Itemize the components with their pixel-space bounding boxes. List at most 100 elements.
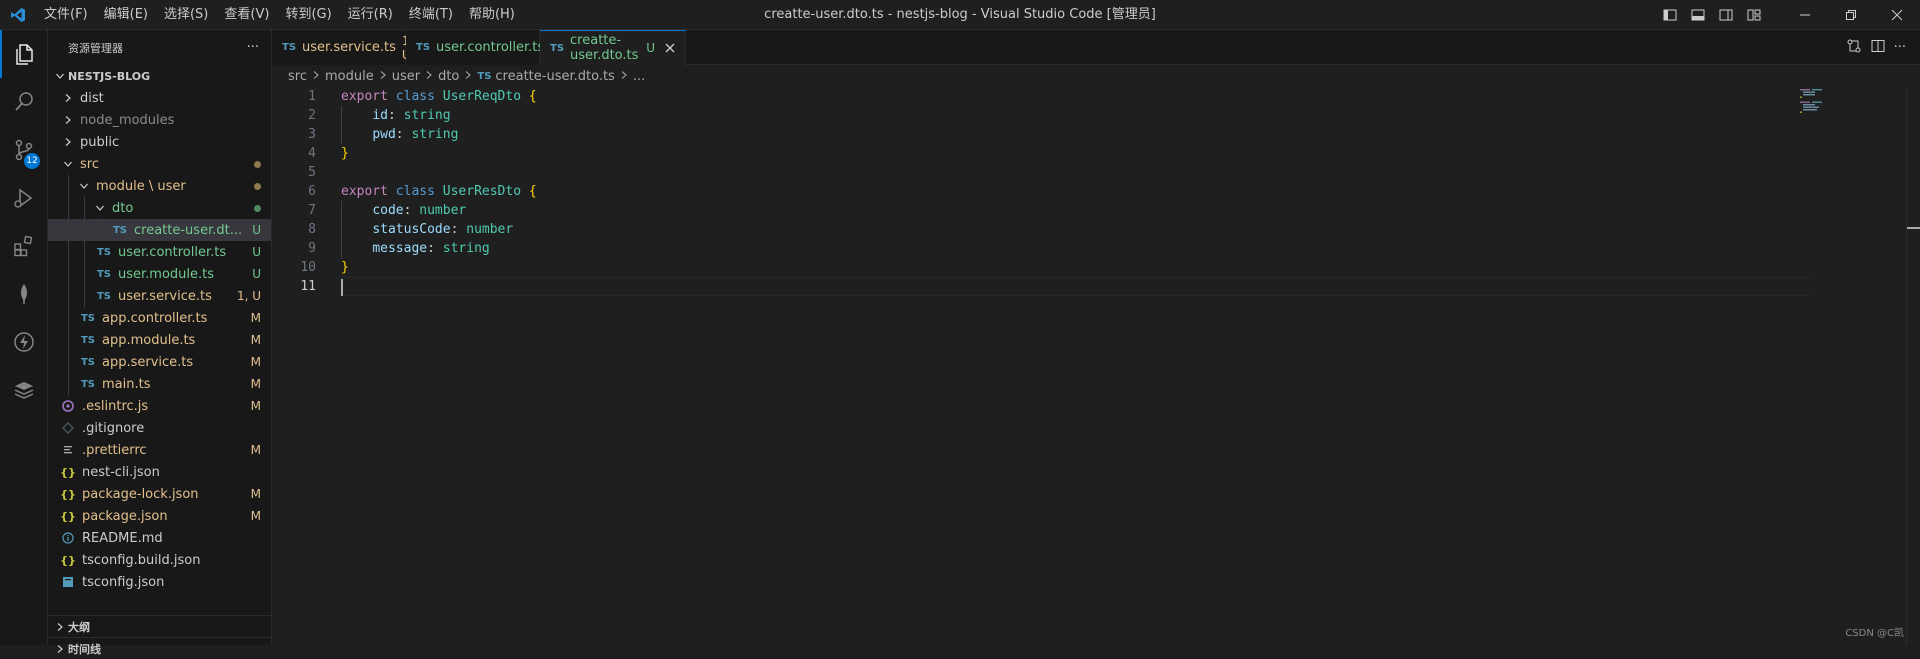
menu-item[interactable]: 编辑(E) [96, 0, 156, 30]
code-line[interactable]: statusCode: number [341, 220, 1811, 239]
project-folder-header[interactable]: NESTJS-BLOG [48, 65, 271, 87]
tree-file[interactable]: tsconfig.json [48, 571, 271, 593]
code-token: export [341, 89, 388, 104]
code-content[interactable]: export class UserReqDto { id: string pwd… [341, 87, 1811, 296]
open-changes-icon[interactable] [1846, 38, 1862, 58]
chevron-right-icon [464, 70, 472, 83]
code-token: : [387, 108, 404, 123]
indent-guide [68, 197, 69, 219]
tree-item-label: nest-cli.json [82, 464, 160, 480]
breadcrumb-item[interactable]: ... [633, 69, 645, 84]
breadcrumb-item[interactable]: module [325, 69, 374, 84]
json-icon: {} [60, 487, 76, 501]
indent-guide [68, 329, 69, 351]
tree-file[interactable]: TS main.ts M [48, 373, 271, 395]
menu-item[interactable]: 帮助(H) [461, 0, 523, 30]
code-editor[interactable]: 1 2 3 4 5 6 7 8 9 10 11 export class UserReqDto { … [272, 87, 1920, 645]
tree-folder[interactable]: module \ user [48, 175, 271, 197]
code-line[interactable]: export class UserReqDto { [341, 87, 1811, 106]
vertical-scrollbar[interactable] [1906, 87, 1920, 645]
vscode-logo-icon[interactable] [0, 7, 36, 23]
tree-file[interactable]: README.md [48, 527, 271, 549]
line-number: 9 [308, 241, 316, 256]
minimize-icon[interactable] [1782, 0, 1828, 30]
editor-tab[interactable]: TSuser.controller.tsU [406, 30, 559, 65]
tree-folder[interactable]: node_modules [48, 109, 271, 131]
tree-folder[interactable]: dto [48, 197, 271, 219]
tree-file[interactable]: {} package-lock.json M [48, 483, 271, 505]
explorer-icon[interactable] [0, 30, 48, 78]
tree-folder[interactable]: public [48, 131, 271, 153]
code-token: statusCode [372, 222, 451, 237]
tree-file[interactable]: {} tsconfig.build.json [48, 549, 271, 571]
toggle-panel-icon[interactable] [1684, 0, 1712, 30]
breadcrumb-item[interactable]: user [392, 69, 420, 84]
tree-file[interactable]: TS user.service.ts 1, U [48, 285, 271, 307]
mongodb-icon[interactable] [0, 270, 48, 318]
timeline-section-header[interactable]: 时间线 [48, 637, 272, 659]
tree-folder[interactable]: src [48, 153, 271, 175]
menu-item[interactable]: 运行(R) [340, 0, 401, 30]
git-status-badge: M [250, 443, 261, 457]
tree-file[interactable]: TS app.module.ts M [48, 329, 271, 351]
code-line[interactable] [341, 277, 1811, 296]
tree-file[interactable]: .prettierrc M [48, 439, 271, 461]
line-number: 1 [308, 89, 316, 104]
code-line[interactable]: } [341, 144, 1811, 163]
outline-section-header[interactable]: 大纲 [48, 615, 272, 637]
tree-folder[interactable]: dist [48, 87, 271, 109]
menu-item[interactable]: 转到(G) [277, 0, 339, 30]
run-debug-icon[interactable] [0, 174, 48, 222]
thunder-icon[interactable] [0, 318, 48, 366]
code-line[interactable]: message: string [341, 239, 1811, 258]
more-editor-actions-icon[interactable]: ··· [1894, 40, 1906, 55]
code-line[interactable]: pwd: string [341, 125, 1811, 144]
menu-item[interactable]: 选择(S) [156, 0, 216, 30]
toggle-primary-sidebar-icon[interactable] [1656, 0, 1684, 30]
database-icon[interactable] [0, 366, 48, 414]
source-control-icon[interactable]: 12 [0, 126, 48, 174]
tree-file[interactable]: TS app.service.ts M [48, 351, 271, 373]
tree-file[interactable]: TS user.controller.ts U [48, 241, 271, 263]
menu-item[interactable]: 文件(F) [36, 0, 96, 30]
menu-item[interactable]: 终端(T) [401, 0, 461, 30]
breadcrumb-item[interactable]: creatte-user.dto.ts [495, 69, 614, 84]
toggle-secondary-sidebar-icon[interactable] [1712, 0, 1740, 30]
tree-file[interactable]: TS creatte-user.dt... U [48, 219, 271, 241]
code-token: : [450, 222, 467, 237]
tree-file[interactable]: .eslintrc.js M [48, 395, 271, 417]
customize-layout-icon[interactable] [1740, 0, 1768, 30]
breadcrumb-item[interactable]: dto [438, 69, 459, 84]
tree-file[interactable]: TS user.module.ts U [48, 263, 271, 285]
indent-guide [68, 241, 69, 263]
code-token: { [528, 184, 537, 199]
breadcrumb-item[interactable]: src [288, 69, 307, 84]
scrollbar-cursor-marker [1907, 227, 1920, 229]
more-actions-icon[interactable]: ··· [247, 40, 259, 55]
search-icon[interactable] [0, 78, 48, 126]
code-line[interactable] [341, 163, 1811, 182]
close-tab-icon[interactable] [665, 43, 675, 53]
code-line[interactable]: id: string [341, 106, 1811, 125]
tree-file[interactable]: TS app.controller.ts M [48, 307, 271, 329]
restore-icon[interactable] [1828, 0, 1874, 30]
editor-tab[interactable]: TSuser.service.ts1, U [272, 30, 413, 65]
tree-file[interactable]: .gitignore [48, 417, 271, 439]
extensions-icon[interactable] [0, 222, 48, 270]
code-line[interactable]: } [341, 258, 1811, 277]
code-line[interactable]: export class UserResDto { [341, 182, 1811, 201]
close-window-icon[interactable] [1874, 0, 1920, 30]
tree-file[interactable]: {} nest-cli.json [48, 461, 271, 483]
tree-item-label: .gitignore [82, 420, 145, 436]
menu-item[interactable]: 查看(V) [216, 0, 277, 30]
line-numbers: 1 2 3 4 5 6 7 8 9 10 11 [272, 87, 316, 296]
minimap[interactable] [1792, 87, 1852, 127]
editor-tab[interactable]: TS creatte-user.dto.ts U [540, 30, 686, 65]
tree-item-label: tsconfig.build.json [82, 552, 201, 568]
code-line[interactable]: code: number [341, 201, 1811, 220]
chevron-right-icon [52, 622, 68, 632]
split-editor-icon[interactable] [1870, 38, 1886, 58]
tree-file[interactable]: {} package.json M [48, 505, 271, 527]
indent-guide [68, 373, 69, 395]
